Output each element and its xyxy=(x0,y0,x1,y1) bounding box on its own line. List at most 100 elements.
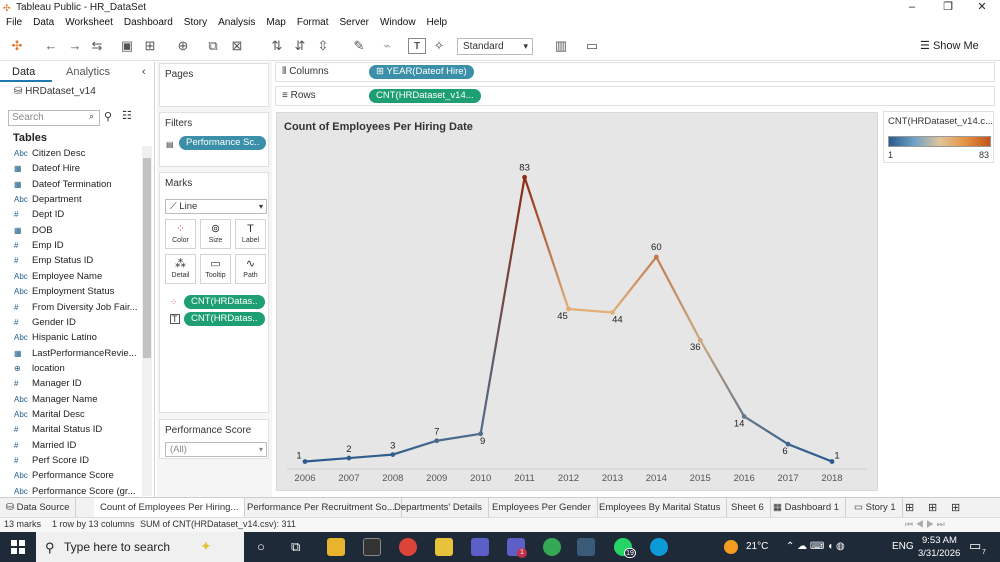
tab-data[interactable]: Data xyxy=(12,66,35,78)
detail-button[interactable]: ⁂ Detail xyxy=(165,254,196,284)
cards-icon[interactable]: ▥ xyxy=(552,38,570,54)
clear-sheet-icon[interactable]: ⊠ xyxy=(228,38,246,54)
color-button[interactable]: ⁘ Color xyxy=(165,219,196,249)
rows-shelf[interactable]: ≡ Rows CNT(HRDataset_v14... xyxy=(275,86,995,106)
tab-sheet6[interactable]: Sheet 6 xyxy=(725,498,771,517)
data-point[interactable] xyxy=(390,452,396,457)
menu-story[interactable]: Story xyxy=(178,16,212,28)
series-line-segment[interactable] xyxy=(348,453,393,460)
data-point[interactable] xyxy=(522,174,527,180)
tableau-taskbar-icon[interactable] xyxy=(577,538,595,556)
color-pill[interactable]: CNT(HRDatas.. xyxy=(184,295,265,309)
tab-analytics[interactable]: Analytics xyxy=(66,66,110,78)
menu-data[interactable]: Data xyxy=(27,16,59,28)
field-item[interactable]: ▦ DOB xyxy=(14,225,53,240)
replay-icon[interactable]: ⇆ xyxy=(88,38,106,54)
menu-worksheet[interactable]: Worksheet xyxy=(59,16,118,28)
tab-performance-recruitment[interactable]: Performance Per Recruitment So... xyxy=(241,498,402,517)
label-toggle-icon[interactable]: T xyxy=(408,38,426,54)
field-item[interactable]: Abc Employment Status xyxy=(14,286,114,301)
new-worksheet-icon[interactable]: ⊕ xyxy=(174,38,192,54)
field-item[interactable]: # Dept ID xyxy=(14,209,64,224)
field-item[interactable]: # Emp ID xyxy=(14,240,64,255)
label-pill[interactable]: CNT(HRDatas.. xyxy=(184,312,265,326)
tooltip-button[interactable]: ▭ Tooltip xyxy=(200,254,231,284)
group-icon[interactable]: ⌁ xyxy=(378,38,396,54)
tableau-logo-icon[interactable]: ✣ xyxy=(8,38,26,54)
save-icon[interactable]: ▣ xyxy=(118,38,136,54)
menu-format[interactable]: Format xyxy=(291,16,334,28)
field-item[interactable]: # Manager ID xyxy=(14,378,82,393)
sort-asc-icon[interactable]: ⇵ xyxy=(291,38,309,54)
tab-dashboard1[interactable]: ▦ Dashboard 1 xyxy=(767,498,847,517)
series-line-segment[interactable] xyxy=(523,176,570,310)
series-line-segment[interactable] xyxy=(304,456,350,463)
minimize-button[interactable]: – xyxy=(897,0,927,16)
field-item[interactable]: # From Diversity Job Fair... xyxy=(14,302,138,317)
filter-icon[interactable]: ⚲ xyxy=(104,110,112,123)
path-button[interactable]: ∿ Path xyxy=(235,254,266,284)
field-search-input[interactable]: Search xyxy=(8,110,100,126)
field-item[interactable]: ▦ Dateof Termination xyxy=(14,179,112,194)
field-item[interactable]: # Emp Status ID xyxy=(14,255,93,270)
mark-type-select[interactable]: ⟋ Line xyxy=(165,199,267,214)
data-point[interactable] xyxy=(346,455,352,461)
quick-filter-select[interactable]: (All) xyxy=(165,442,267,457)
series-line-segment[interactable] xyxy=(392,439,438,456)
field-item[interactable]: Abc Performance Score xyxy=(14,470,114,485)
field-item[interactable]: # Married ID xyxy=(14,440,76,455)
edge-icon[interactable] xyxy=(650,538,668,556)
file-explorer-icon[interactable] xyxy=(327,538,345,556)
maximize-button[interactable]: ❐ xyxy=(933,0,963,16)
undo-icon[interactable]: ← xyxy=(42,38,60,54)
search-icon[interactable]: ⌕ xyxy=(89,111,94,122)
field-item[interactable]: ▦ LastPerformanceRevie... xyxy=(14,348,137,363)
powerbi-icon[interactable] xyxy=(435,538,453,556)
pin-icon[interactable]: ✧ xyxy=(430,38,448,54)
search-highlight-icon[interactable]: ✦ xyxy=(200,538,212,555)
filters-card[interactable]: Filters ▤ Performance Sc.. xyxy=(159,112,269,167)
datasource-item[interactable]: ⛁ HRDataset_v14 xyxy=(14,86,96,97)
series-line-segment[interactable] xyxy=(743,415,789,446)
field-item[interactable]: ▦ Dateof Hire xyxy=(14,163,80,178)
columns-pill[interactable]: ⊞ YEAR(Dateof Hire) xyxy=(369,65,474,79)
menu-map[interactable]: Map xyxy=(260,16,290,28)
data-point[interactable] xyxy=(302,459,308,464)
columns-shelf[interactable]: ⦀ Columns ⊞ YEAR(Dateof Hire) xyxy=(275,62,995,82)
data-point[interactable] xyxy=(434,438,440,444)
menu-window[interactable]: Window xyxy=(374,16,421,28)
new-datasource-icon[interactable]: ⊞ xyxy=(141,38,159,54)
series-line-segment[interactable] xyxy=(436,432,481,442)
tab-departments[interactable]: Departments' Details xyxy=(388,498,489,517)
tray-icons[interactable]: ⌃ ☁ ⌨ ◖ ◍ xyxy=(786,541,845,552)
series-line-segment[interactable] xyxy=(568,307,613,314)
tab-marital[interactable]: Employees By Marital Status xyxy=(593,498,728,517)
view-mode-select[interactable]: Standard xyxy=(457,38,533,55)
field-item[interactable]: # Gender ID xyxy=(14,317,76,332)
close-button[interactable]: ✕ xyxy=(967,0,997,16)
series-line-segment[interactable] xyxy=(655,256,702,341)
highlight-icon[interactable]: ✎ xyxy=(350,38,368,54)
field-item[interactable]: ⊕ location xyxy=(14,363,65,378)
field-item[interactable]: Abc Department xyxy=(14,194,82,209)
field-item[interactable]: Abc Hispanic Latino xyxy=(14,332,97,347)
menu-help[interactable]: Help xyxy=(421,16,453,28)
tab-data-source[interactable]: ⛁ Data Source xyxy=(0,498,77,517)
menu-file[interactable]: File xyxy=(0,16,27,28)
series-line-segment[interactable] xyxy=(611,256,658,314)
duplicate-icon[interactable]: ⧉ xyxy=(204,38,222,54)
chrome-icon-2[interactable] xyxy=(543,538,561,556)
rows-pill[interactable]: CNT(HRDataset_v14... xyxy=(369,89,481,103)
collapse-icon[interactable]: ‹ xyxy=(142,66,146,78)
clock-date[interactable]: 3/31/2026 xyxy=(918,548,960,559)
pages-card[interactable]: Pages xyxy=(159,63,269,107)
label-button[interactable]: T Label xyxy=(235,219,266,249)
swap-icon[interactable]: ⇅ xyxy=(268,38,286,54)
new-story-icon[interactable]: ⊞ xyxy=(951,501,960,514)
new-sheet-icon[interactable]: ⊞ xyxy=(905,501,914,514)
field-item[interactable]: Abc Citizen Desc xyxy=(14,148,85,163)
windows-start-icon[interactable] xyxy=(11,540,25,554)
menu-server[interactable]: Server xyxy=(334,16,374,28)
redo-icon[interactable]: → xyxy=(66,38,84,54)
nav-arrows-icon[interactable]: ⏮ ◀ ▶ ⏭ xyxy=(905,519,945,530)
